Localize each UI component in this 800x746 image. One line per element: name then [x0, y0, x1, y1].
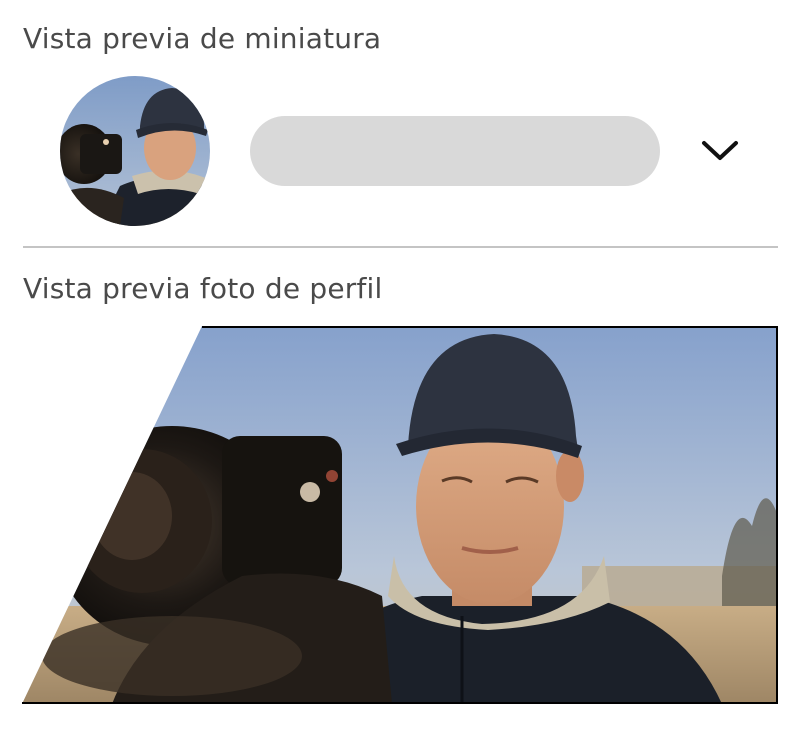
thumbnail-preview-title: Vista previa de miniatura [23, 22, 382, 55]
chevron-down-icon [702, 141, 738, 160]
profile-preview-title: Vista previa foto de perfil [23, 272, 383, 305]
profile-photo-preview [22, 326, 778, 704]
name-placeholder-pill [250, 116, 660, 186]
thumbnail-avatar [60, 76, 210, 226]
section-divider [23, 246, 778, 248]
dropdown-toggle-button[interactable] [696, 133, 744, 169]
